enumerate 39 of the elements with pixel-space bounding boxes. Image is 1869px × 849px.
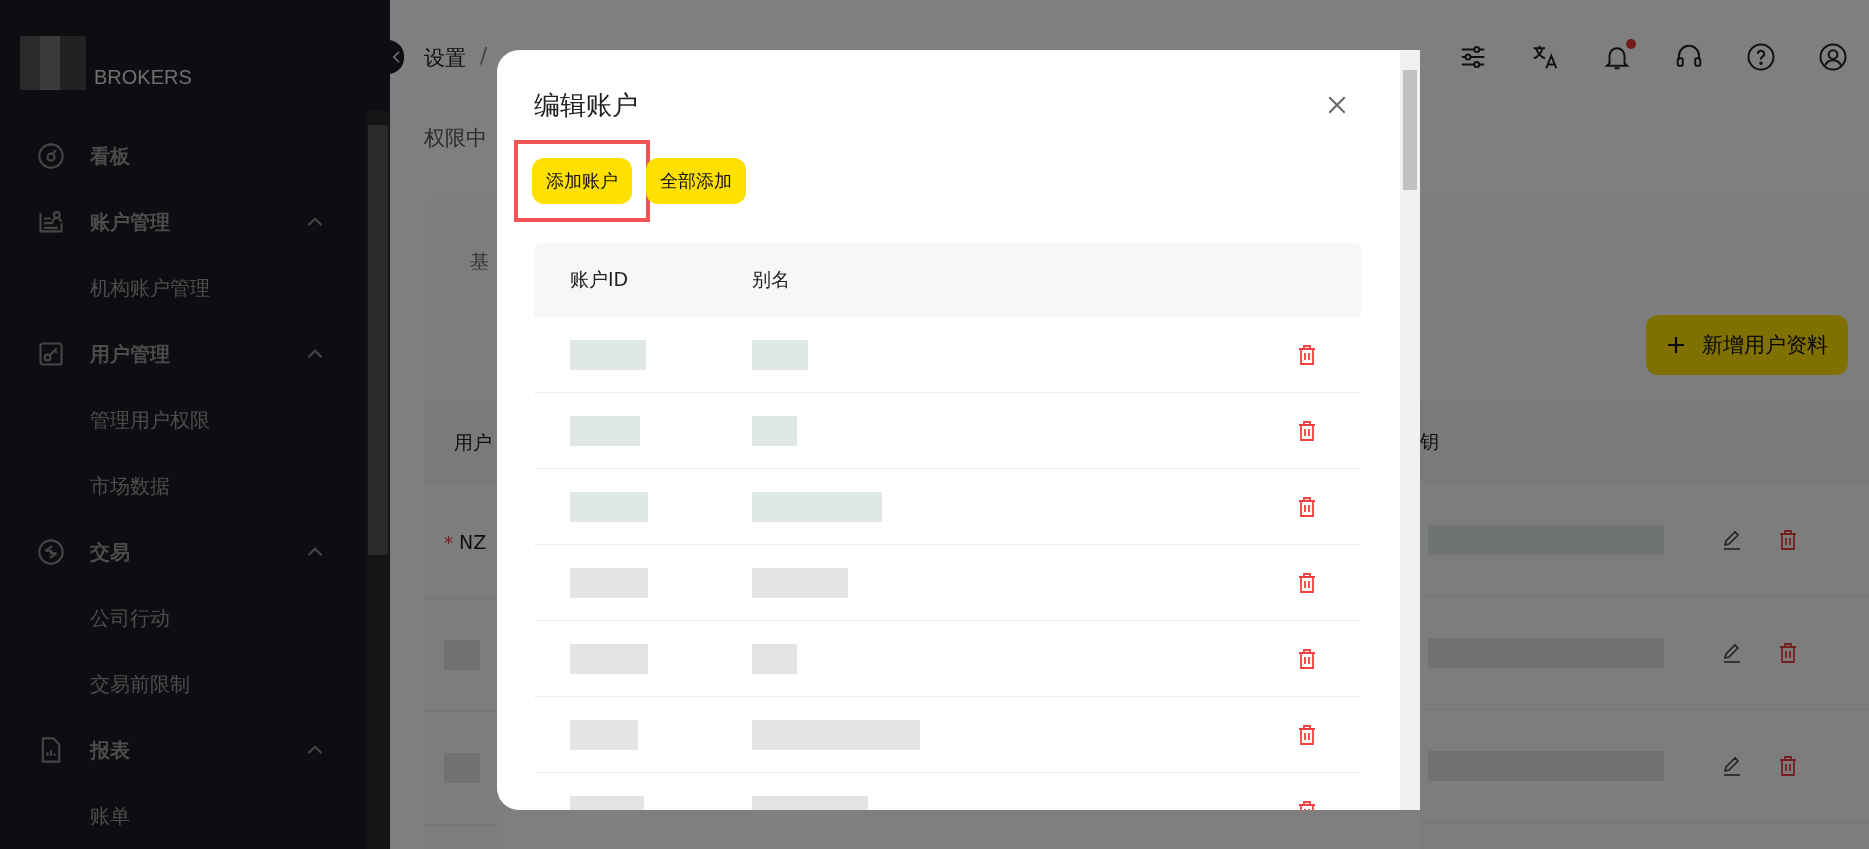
collapse-button[interactable]: [388, 40, 404, 74]
chevron-left-icon: [391, 50, 401, 64]
sidebar-subitem[interactable]: 公司行动: [0, 585, 366, 651]
breadcrumb-link[interactable]: 设置: [424, 44, 466, 72]
exchange-icon: [37, 538, 65, 566]
breadcrumb-separator: /: [480, 44, 488, 68]
sidebar-item[interactable]: 账户管理: [0, 189, 366, 255]
user-avatar-icon[interactable]: [1818, 42, 1848, 72]
column-header: 钥: [1420, 429, 1439, 454]
redacted-text: [752, 415, 797, 446]
sidebar-subitem[interactable]: 机构账户管理: [0, 255, 366, 321]
sidebar-subitem[interactable]: 管理用户权限: [0, 387, 366, 453]
tab-label[interactable]: 基: [424, 195, 497, 400]
add-account-button[interactable]: 添加账户: [532, 158, 632, 204]
column-header: 用户: [454, 430, 492, 455]
page-title: 权限中: [424, 125, 488, 152]
close-icon[interactable]: [1326, 94, 1348, 116]
sidebar-subitem[interactable]: 市场数据: [0, 453, 366, 519]
table-cell: NZ: [459, 531, 487, 553]
sidebar-item[interactable]: 报表: [0, 717, 366, 783]
sidebar-subitem[interactable]: 账单: [0, 783, 366, 849]
dialog-title: 编辑账户: [534, 88, 638, 122]
sidebar-item[interactable]: 用户管理: [0, 321, 366, 387]
sidebar-subitem[interactable]: 交易前限制: [0, 651, 366, 717]
sidebar-item[interactable]: 交易: [0, 519, 366, 585]
gauge-icon: [37, 142, 65, 170]
redacted-text: [752, 339, 808, 370]
required-asterisk: *: [444, 531, 453, 553]
column-header: 账户ID: [569, 267, 630, 292]
add-user-button[interactable]: 新增用户资料: [1646, 315, 1848, 375]
plus-icon: [1666, 335, 1686, 355]
add-all-button[interactable]: 全部添加: [646, 158, 746, 204]
redacted-text: [752, 643, 797, 674]
sidebar-item[interactable]: 看板: [0, 123, 366, 189]
logo-icon: [20, 36, 86, 90]
column-header: 别名: [752, 267, 791, 292]
brand-name: BROKERS: [94, 66, 192, 89]
key-icon: [37, 340, 65, 368]
help-icon[interactable]: [1746, 42, 1776, 72]
